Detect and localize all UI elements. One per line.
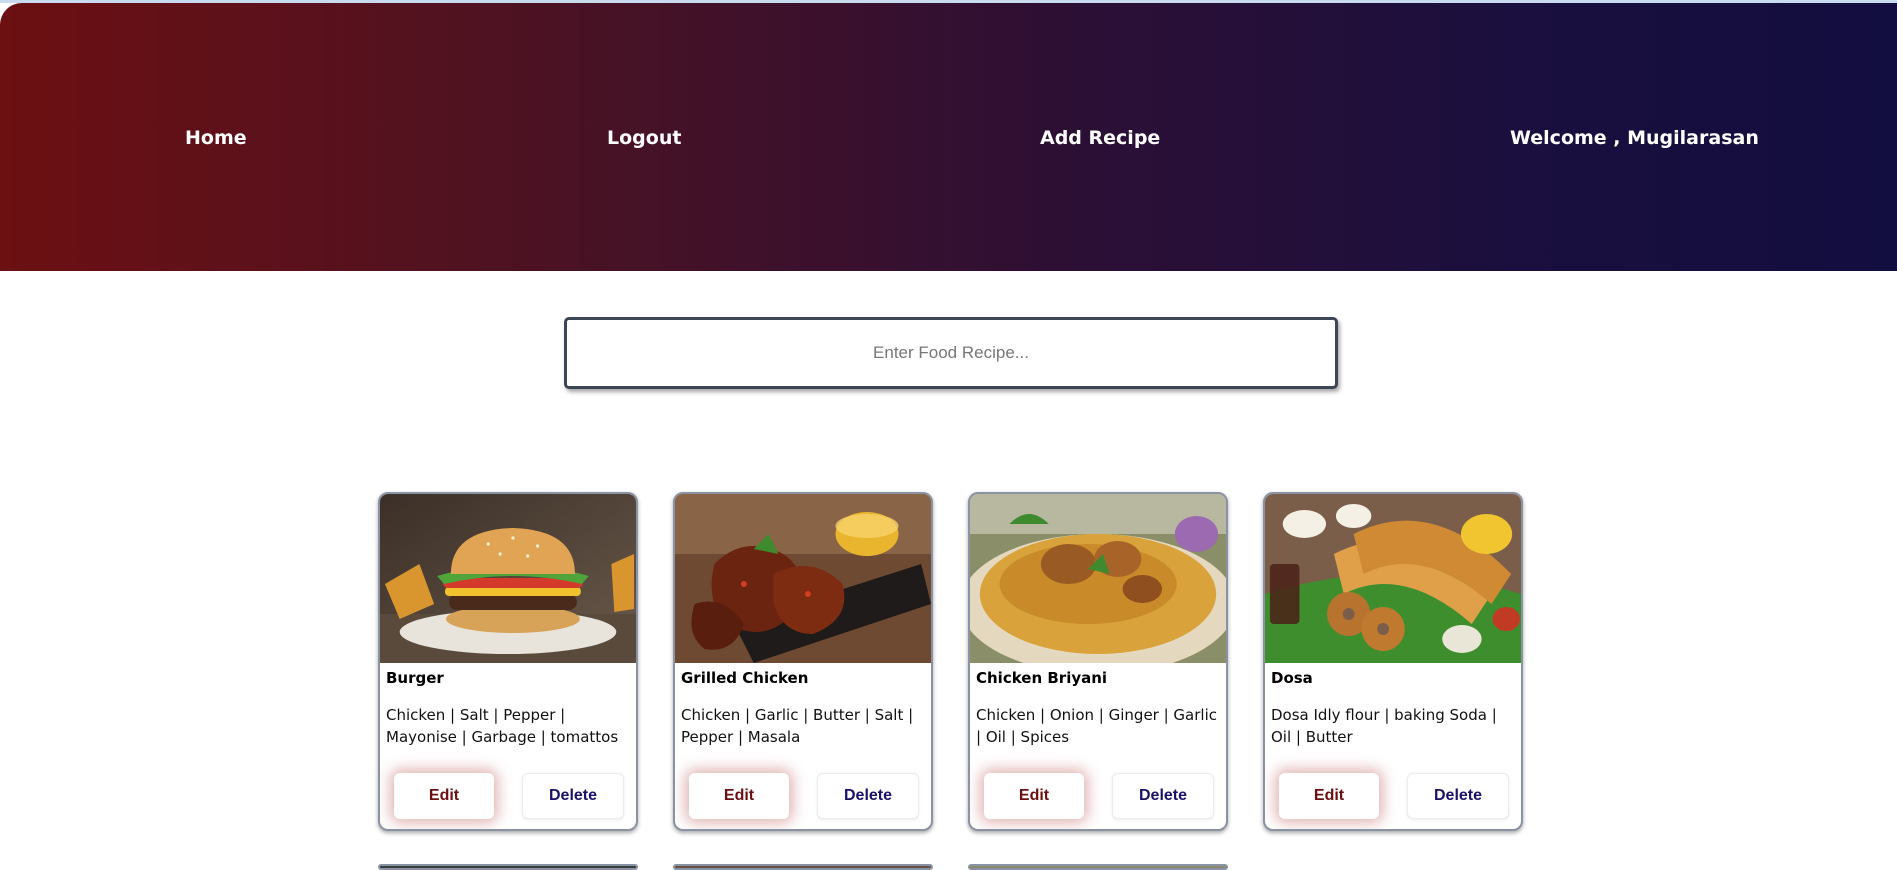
nav-home-link[interactable]: Home bbox=[185, 127, 247, 149]
recipe-card-peek bbox=[378, 864, 638, 870]
nav-add-recipe-link[interactable]: Add Recipe bbox=[1040, 127, 1160, 149]
recipe-ingredients: Chicken | Salt | Pepper | Mayonise | Gar… bbox=[386, 706, 619, 746]
recipe-image-chicken-briyani bbox=[970, 494, 1226, 663]
recipe-title: Dosa bbox=[1271, 669, 1313, 687]
nav-logout-link[interactable]: Logout bbox=[607, 127, 681, 149]
recipe-ingredients: Dosa Idly flour | baking Soda | Oil | Bu… bbox=[1271, 706, 1497, 746]
delete-button[interactable]: Delete bbox=[817, 773, 919, 819]
recipe-card-grilled-chicken: Grilled Chicken Chicken | Garlic | Butte… bbox=[673, 492, 933, 831]
delete-button[interactable]: Delete bbox=[522, 773, 624, 819]
edit-button[interactable]: Edit bbox=[689, 773, 789, 819]
recipe-image-dosa bbox=[1265, 494, 1521, 663]
delete-button[interactable]: Delete bbox=[1407, 773, 1509, 819]
search-input[interactable] bbox=[564, 317, 1338, 389]
recipe-card-peek bbox=[673, 864, 933, 870]
edit-button[interactable]: Edit bbox=[394, 773, 494, 819]
recipe-ingredients: Chicken | Garlic | Butter | Salt | Peppe… bbox=[681, 706, 914, 746]
recipe-card-dosa: Dosa Dosa Idly flour | baking Soda | Oil… bbox=[1263, 492, 1523, 831]
recipe-card-peek bbox=[968, 864, 1228, 870]
search-container bbox=[564, 317, 1338, 389]
edit-button[interactable]: Edit bbox=[1279, 773, 1379, 819]
welcome-text: Welcome , Mugilarasan bbox=[1510, 127, 1759, 149]
navbar: Home Logout Add Recipe Welcome , Mugilar… bbox=[0, 3, 1897, 271]
edit-button[interactable]: Edit bbox=[984, 773, 1084, 819]
recipe-card-burger: Burger Chicken | Salt | Pepper | Mayonis… bbox=[378, 492, 638, 831]
recipe-title: Grilled Chicken bbox=[681, 669, 809, 687]
recipe-image-grilled-chicken bbox=[675, 494, 931, 663]
recipe-title: Chicken Briyani bbox=[976, 669, 1108, 687]
recipe-card-chicken-briyani: Chicken Briyani Chicken | Onion | Ginger… bbox=[968, 492, 1228, 831]
recipe-ingredients: Chicken | Onion | Ginger | Garlic | Oil … bbox=[976, 706, 1217, 746]
recipe-title: Burger bbox=[386, 669, 444, 687]
delete-button[interactable]: Delete bbox=[1112, 773, 1214, 819]
recipe-image-burger bbox=[380, 494, 636, 663]
